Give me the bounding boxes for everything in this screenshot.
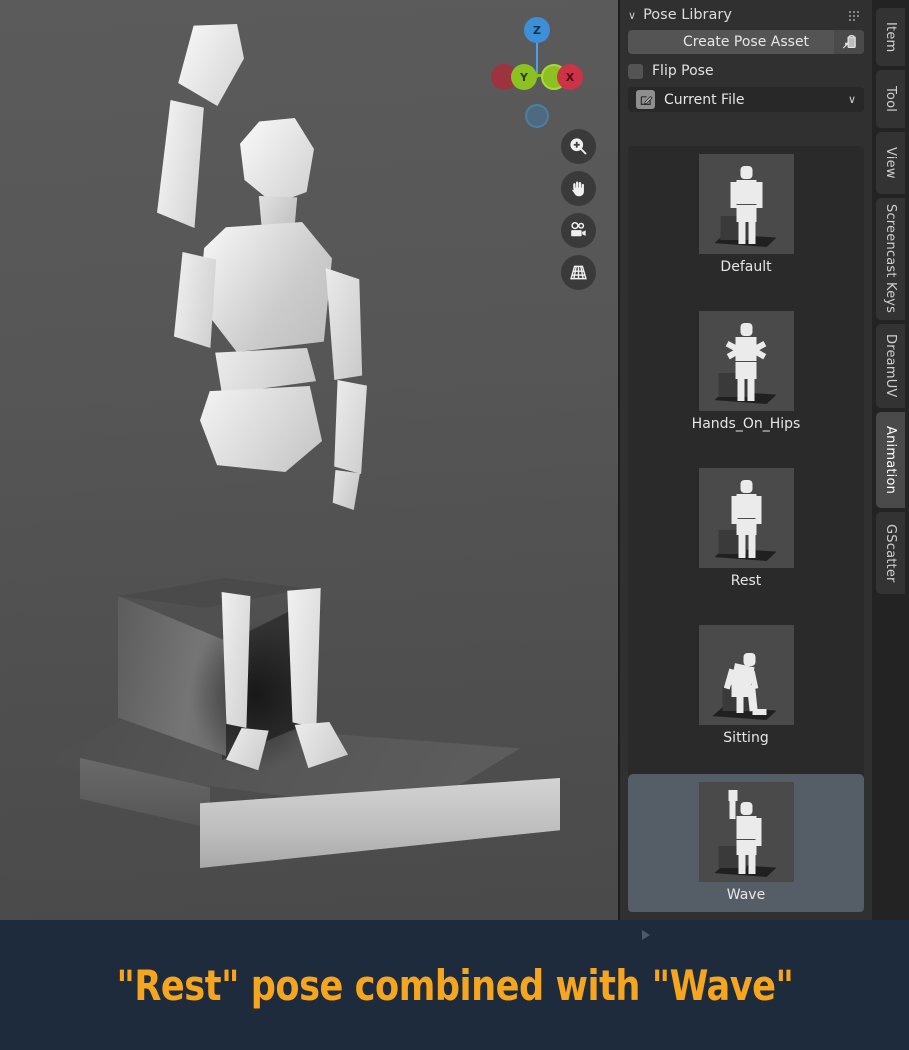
pose-asset-label: Hands_On_Hips bbox=[691, 416, 801, 432]
tab-item[interactable]: Item bbox=[876, 8, 905, 66]
panel-title: Pose Library bbox=[643, 7, 732, 23]
camera-icon[interactable] bbox=[561, 213, 596, 248]
pose-thumbnail bbox=[698, 468, 794, 568]
viewport-scene: Z Y X bbox=[0, 0, 618, 920]
create-pose-asset-row: Create Pose Asset bbox=[620, 30, 872, 54]
pose-asset-list[interactable]: Default Hands_On_Hips Rest Sitting Wave bbox=[628, 146, 864, 912]
pose-asset-item[interactable]: Default bbox=[628, 146, 864, 303]
sidebar-tab-strip: Item Tool View Screencast Keys DreamUV A… bbox=[872, 0, 909, 920]
gizmo-axis-y[interactable]: Y bbox=[511, 64, 537, 90]
paste-clipboard-icon[interactable] bbox=[834, 30, 864, 54]
tab-screencast-keys[interactable]: Screencast Keys bbox=[876, 198, 905, 320]
play-triangle-icon bbox=[642, 930, 650, 940]
pose-asset-label: Default bbox=[720, 259, 772, 275]
navigation-axis-gizmo[interactable]: Z Y X bbox=[491, 12, 583, 102]
create-pose-asset-button[interactable]: Create Pose Asset bbox=[628, 30, 864, 54]
edit-pencil-icon bbox=[636, 90, 655, 109]
pan-hand-icon[interactable] bbox=[561, 171, 596, 206]
flip-pose-row[interactable]: Flip Pose bbox=[620, 59, 872, 83]
library-source-dropdown[interactable]: Current File ∨ bbox=[628, 87, 864, 112]
pose-thumbnail bbox=[698, 154, 794, 254]
pose-thumbnail bbox=[698, 625, 794, 725]
pose-library-panel-header[interactable]: ∨ Pose Library bbox=[620, 0, 872, 30]
drag-grip-icon[interactable] bbox=[848, 10, 862, 21]
library-source-value: Current File bbox=[664, 91, 745, 108]
orbit-toggle-gizmo[interactable] bbox=[525, 104, 549, 128]
chevron-down-icon[interactable]: ∨ bbox=[848, 93, 856, 106]
pose-asset-item-selected[interactable]: Wave bbox=[628, 774, 864, 912]
tab-animation[interactable]: Animation bbox=[876, 412, 905, 508]
create-pose-asset-label: Create Pose Asset bbox=[682, 34, 810, 50]
tab-dreamuv[interactable]: DreamUV bbox=[876, 324, 905, 408]
zoom-icon[interactable] bbox=[561, 129, 596, 164]
tab-view[interactable]: View bbox=[876, 132, 905, 194]
pose-asset-item[interactable]: Rest bbox=[628, 460, 864, 617]
pose-asset-label: Sitting bbox=[723, 730, 769, 746]
pose-asset-label: Rest bbox=[730, 573, 762, 589]
pose-asset-item[interactable]: Sitting bbox=[628, 617, 864, 774]
pose-asset-item[interactable]: Hands_On_Hips bbox=[628, 303, 864, 460]
pose-thumbnail bbox=[698, 311, 794, 411]
grid-perspective-icon[interactable] bbox=[561, 255, 596, 290]
flip-pose-label: Flip Pose bbox=[652, 63, 714, 79]
tab-tool[interactable]: Tool bbox=[876, 70, 905, 128]
flip-pose-checkbox[interactable] bbox=[628, 63, 643, 79]
gizmo-axis-x[interactable]: X bbox=[557, 64, 583, 90]
caption-bar: "Rest" pose combined with "Wave" bbox=[0, 920, 909, 1050]
tab-gscatter[interactable]: GScatter bbox=[876, 512, 905, 594]
pose-asset-label: Wave bbox=[726, 887, 766, 903]
pose-thumbnail bbox=[698, 782, 794, 882]
3d-viewport[interactable]: Z Y X bbox=[0, 0, 618, 920]
blender-window: Z Y X ∨ Pose Library Create Pose Asset F… bbox=[0, 0, 909, 1050]
gizmo-axis-z[interactable]: Z bbox=[524, 17, 550, 43]
caption-text: "Rest" pose combined with "Wave" bbox=[116, 960, 793, 1010]
chevron-down-icon[interactable]: ∨ bbox=[628, 9, 636, 22]
